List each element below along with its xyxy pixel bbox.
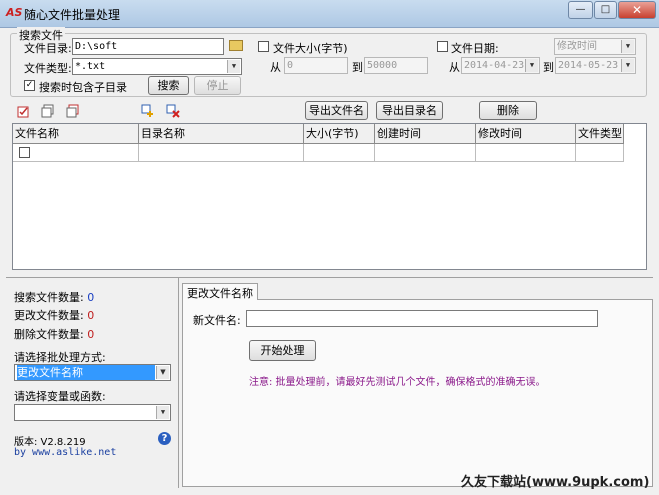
window-title: 随心文件批量处理 xyxy=(24,8,121,22)
include-sub-checkbox[interactable]: ✓ xyxy=(24,80,35,91)
date-filter-checkbox[interactable] xyxy=(437,41,448,52)
date-filter-label: 文件日期: xyxy=(451,42,499,55)
process-mode-label: 请选择批处理方式: xyxy=(14,351,106,364)
table-cell[interactable] xyxy=(139,144,304,162)
new-name-input[interactable] xyxy=(246,310,598,327)
new-name-label: 新文件名: xyxy=(193,314,241,327)
date-to-value: 2014-05-23 xyxy=(558,60,619,71)
invert-selection-icon[interactable] xyxy=(66,104,80,118)
type-select[interactable]: *.txt ▼ xyxy=(72,58,242,75)
type-select-value: *.txt xyxy=(75,61,106,72)
date-from-label: 从 xyxy=(449,61,460,74)
maximize-button[interactable]: □ xyxy=(594,1,617,19)
search-button[interactable]: 搜索 xyxy=(148,76,189,95)
col-header-filetype[interactable]: 文件类型 xyxy=(576,124,624,144)
date-to-label: 到 xyxy=(543,61,554,74)
delete-count-label: 删除文件数量: 0 xyxy=(14,328,95,341)
dir-input[interactable]: D:\soft xyxy=(72,38,224,55)
search-count-value: 0 xyxy=(87,291,95,304)
change-count-value: 0 xyxy=(87,309,95,322)
table-cell[interactable] xyxy=(576,144,624,162)
process-mode-value: 更改文件名称 xyxy=(17,365,155,380)
size-from-input[interactable]: 0 xyxy=(284,57,348,74)
include-sub-label: 搜索时包含子目录 xyxy=(39,81,127,94)
date-from-picker[interactable]: 2014-04-23 ▼ xyxy=(461,57,540,74)
col-header-modified[interactable]: 修改时间 xyxy=(476,124,576,144)
chevron-down-icon: ▼ xyxy=(621,40,634,53)
change-count-label: 更改文件数量: 0 xyxy=(14,309,95,322)
process-mode-select[interactable]: 更改文件名称 ▼ xyxy=(14,364,171,381)
date-type-select[interactable]: 修改时间 ▼ xyxy=(554,38,636,55)
chevron-down-icon: ▼ xyxy=(227,60,240,73)
help-icon[interactable]: ? xyxy=(158,432,171,445)
table-cell[interactable] xyxy=(375,144,476,162)
date-type-value: 修改时间 xyxy=(557,41,597,52)
export-file-names-button[interactable]: 导出文件名 xyxy=(305,101,368,120)
type-label: 文件类型: xyxy=(24,62,72,75)
tab-panel xyxy=(182,299,653,487)
chevron-down-icon: ▼ xyxy=(525,59,538,72)
app-icon: AS xyxy=(6,6,23,19)
folder-browse-icon[interactable] xyxy=(229,40,243,51)
table-cell[interactable] xyxy=(304,144,375,162)
delete-button[interactable]: 删除 xyxy=(479,101,537,120)
var-label: 请选择变量或函数: xyxy=(14,390,106,403)
col-header-dirname[interactable]: 目录名称 xyxy=(139,124,304,144)
col-header-filename[interactable]: 文件名称 xyxy=(13,124,139,144)
remove-item-icon[interactable] xyxy=(166,104,180,118)
close-button[interactable]: ✕ xyxy=(618,1,656,19)
chevron-down-icon: ▼ xyxy=(621,59,634,72)
dir-label: 文件目录: xyxy=(24,42,72,55)
date-from-value: 2014-04-23 xyxy=(464,60,525,71)
uncheck-all-icon[interactable] xyxy=(41,104,55,118)
splitter[interactable] xyxy=(6,277,653,278)
date-to-picker[interactable]: 2014-05-23 ▼ xyxy=(555,57,636,74)
search-count-label: 搜索文件数量: 0 xyxy=(14,291,95,304)
add-item-icon[interactable] xyxy=(141,104,155,118)
size-to-input[interactable]: 50000 xyxy=(364,57,428,74)
stop-button[interactable]: 停止 xyxy=(194,76,241,95)
export-dir-names-button[interactable]: 导出目录名 xyxy=(376,101,443,120)
size-from-label: 从 xyxy=(270,61,281,74)
vertical-divider xyxy=(178,278,179,488)
table-cell[interactable] xyxy=(476,144,576,162)
table-cell[interactable] xyxy=(13,144,139,162)
size-to-label: 到 xyxy=(352,61,363,74)
notice-text: 注意: 批量处理前，请最好先测试几个文件，确保格式的准确无误。 xyxy=(249,377,546,388)
delete-count-value: 0 xyxy=(87,328,95,341)
col-header-created[interactable]: 创建时间 xyxy=(375,124,476,144)
watermark: 久友下载站(www.9upk.com) xyxy=(461,475,650,490)
size-filter-label: 文件大小(字节) xyxy=(273,42,348,55)
tab-rename[interactable]: 更改文件名称 xyxy=(182,283,258,300)
var-select[interactable]: ▼ xyxy=(14,404,171,421)
row-checkbox[interactable] xyxy=(19,147,30,158)
chevron-down-icon: ▼ xyxy=(156,366,169,379)
col-header-size[interactable]: 大小(字节) xyxy=(304,124,375,144)
start-process-button[interactable]: 开始处理 xyxy=(249,340,316,361)
check-all-icon[interactable] xyxy=(17,104,31,118)
minimize-button[interactable]: — xyxy=(568,1,593,19)
website-link[interactable]: by www.aslike.net xyxy=(14,447,116,458)
size-filter-checkbox[interactable] xyxy=(258,41,269,52)
chevron-down-icon: ▼ xyxy=(156,406,169,419)
version-label: 版本: V2.8.219 xyxy=(14,437,86,448)
